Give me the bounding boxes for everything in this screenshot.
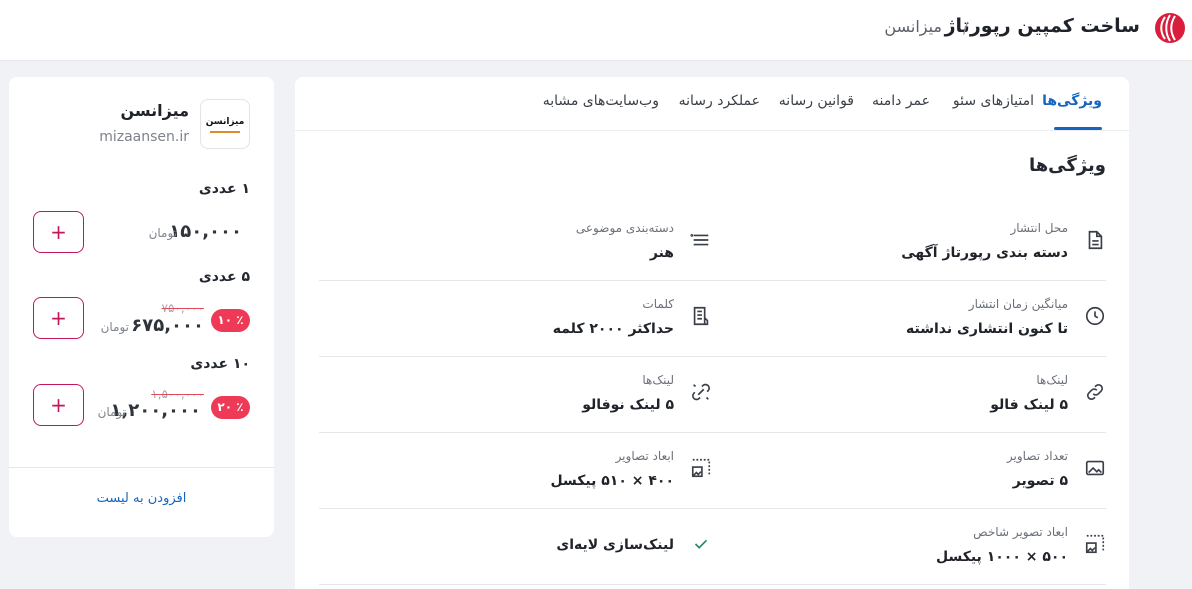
feature-value: ۵۰۰ × ۱۰۰۰ پیکسل [935, 549, 1068, 565]
text-document-icon [693, 306, 709, 326]
media-details-card: ویژگی‌ها امتیازهای سئو عمر دامنه قوانین … [295, 77, 1129, 589]
package-currency: تومان [148, 226, 177, 240]
image-icon [1085, 460, 1105, 476]
tab-features[interactable]: ویژگی‌ها [1042, 93, 1102, 109]
link-icon [1086, 383, 1104, 401]
feature-value: لینک‌سازی لایه‌ای [556, 537, 674, 553]
package-price: ۱۵۰,۰۰۰ [169, 221, 242, 242]
image-dimension-icon [691, 458, 711, 478]
section-title: ویژگی‌ها [1028, 155, 1106, 176]
feature-layered-link: لینک‌سازی لایه‌ای [319, 509, 712, 585]
feature-row: لینک‌ها ۵ لینک فالو لینک‌ها ۵ لینک نوفال… [319, 357, 1106, 433]
feature-avg-publish-time: میانگین زمان انتشار تا کنون انتشاری نداش… [713, 281, 1106, 357]
tab-media-rules[interactable]: قوانین رسانه [779, 93, 854, 109]
feature-value: حداکثر ۲۰۰۰ کلمه [552, 321, 674, 337]
package-title: ۵ عددی [198, 269, 250, 285]
feature-links-nofollow: لینک‌ها ۵ لینک نوفالو [319, 357, 712, 433]
discount-badge: ٪ ۱۰ [211, 309, 250, 332]
feature-label: ابعاد تصاویر [615, 449, 674, 463]
breadcrumb-media[interactable]: میزانسن [884, 17, 942, 36]
add-package-10-button[interactable]: + [33, 384, 84, 426]
order-card: میزانسن میزانسن mizaansen.ir ۱ عددی ۱۵۰,… [9, 77, 274, 537]
feature-label: محل انتشار [1010, 221, 1068, 235]
package-currency: تومان [100, 320, 129, 334]
feature-value: ۵ تصویر [1012, 473, 1068, 489]
discount-badge: ٪ ۲۰ [211, 396, 250, 419]
feature-value: ۴۰۰ × ۵۱۰ پیکسل [550, 473, 675, 489]
feature-label: تعداد تصاویر [1006, 449, 1068, 463]
list-icon [690, 234, 709, 246]
feature-label: لینک‌ها [1036, 373, 1068, 387]
breadcrumb-separator: / [962, 19, 968, 37]
feature-category: دسته‌بندی موضوعی هنر [319, 205, 712, 281]
feature-image-size: ابعاد تصاویر ۴۰۰ × ۵۱۰ پیکسل [319, 433, 712, 509]
feature-label: لینک‌ها [642, 373, 674, 387]
package-price: ۶۷۵,۰۰۰ [131, 315, 204, 336]
image-dimension-icon [1085, 534, 1105, 554]
tab-similar-websites[interactable]: وب‌سایت‌های مشابه [543, 93, 659, 109]
package-currency: تومان [97, 405, 126, 419]
package-title: ۱۰ عددی [190, 356, 250, 372]
add-package-1-button[interactable]: + [33, 211, 84, 253]
feature-label: دسته‌بندی موضوعی [575, 221, 674, 235]
feature-value: ۵ لینک فالو [990, 397, 1068, 413]
feature-label: کلمات [642, 297, 674, 311]
add-to-list-link[interactable]: افزودن به لیست [9, 491, 274, 506]
check-icon [694, 539, 708, 549]
active-tab-indicator [1054, 127, 1102, 130]
page-title: ساخت کمپین رپورتاژ [944, 15, 1140, 37]
feature-value: تا کنون انتشاری نداشته [906, 321, 1068, 337]
media-logo: میزانسن [200, 99, 250, 149]
tab-domain-age[interactable]: عمر دامنه [872, 93, 930, 109]
feature-links-follow: لینک‌ها ۵ لینک فالو [713, 357, 1106, 433]
feature-value: دسته بندی رپورتاژ آگهی [901, 245, 1068, 261]
media-logo-text: میزانسن [205, 117, 245, 127]
tab-media-performance[interactable]: عملکرد رسانه [679, 93, 760, 109]
feature-words: کلمات حداکثر ۲۰۰۰ کلمه [319, 281, 712, 357]
feature-label: میانگین زمان انتشار [968, 297, 1068, 311]
document-icon [1088, 230, 1103, 250]
feature-image-count: تعداد تصاویر ۵ تصویر [713, 433, 1106, 509]
add-package-5-button[interactable]: + [33, 297, 84, 339]
feature-row: میانگین زمان انتشار تا کنون انتشاری نداش… [319, 281, 1106, 357]
top-header: ساخت کمپین رپورتاژ / میزانسن [0, 0, 1192, 61]
feature-publish-place: محل انتشار دسته بندی رپورتاژ آگهی [713, 205, 1106, 281]
package-old-price: ۷۵۰,۰۰۰ [161, 301, 205, 315]
features-grid: محل انتشار دسته بندی رپورتاژ آگهی دسته‌ب… [319, 205, 1106, 585]
broken-link-icon [692, 383, 710, 401]
tab-seo-scores[interactable]: امتیازهای سئو [953, 93, 1034, 109]
feature-value: هنر [649, 245, 674, 261]
feature-row: ابعاد تصویر شاخص ۵۰۰ × ۱۰۰۰ پیکسل لینک‌س… [319, 509, 1106, 585]
feature-label: ابعاد تصویر شاخص [973, 525, 1068, 539]
media-logo-underline [210, 131, 240, 133]
divider [9, 467, 274, 468]
clock-icon [1085, 306, 1105, 326]
brand-logo-icon[interactable] [1154, 12, 1186, 44]
media-site[interactable]: mizaansen.ir [99, 129, 189, 145]
media-name: میزانسن [120, 101, 189, 120]
feature-value: ۵ لینک نوفالو [582, 397, 674, 413]
package-title: ۱ عددی [198, 181, 250, 197]
feature-row: محل انتشار دسته بندی رپورتاژ آگهی دسته‌ب… [319, 205, 1106, 281]
tab-bar: ویژگی‌ها امتیازهای سئو عمر دامنه قوانین … [295, 77, 1129, 131]
feature-row: تعداد تصاویر ۵ تصویر ابعاد تصاویر ۴۰۰ × … [319, 433, 1106, 509]
package-old-price: ۱,۵۰۰,۰۰۰ [151, 387, 204, 401]
feature-featured-image-size: ابعاد تصویر شاخص ۵۰۰ × ۱۰۰۰ پیکسل [713, 509, 1106, 585]
